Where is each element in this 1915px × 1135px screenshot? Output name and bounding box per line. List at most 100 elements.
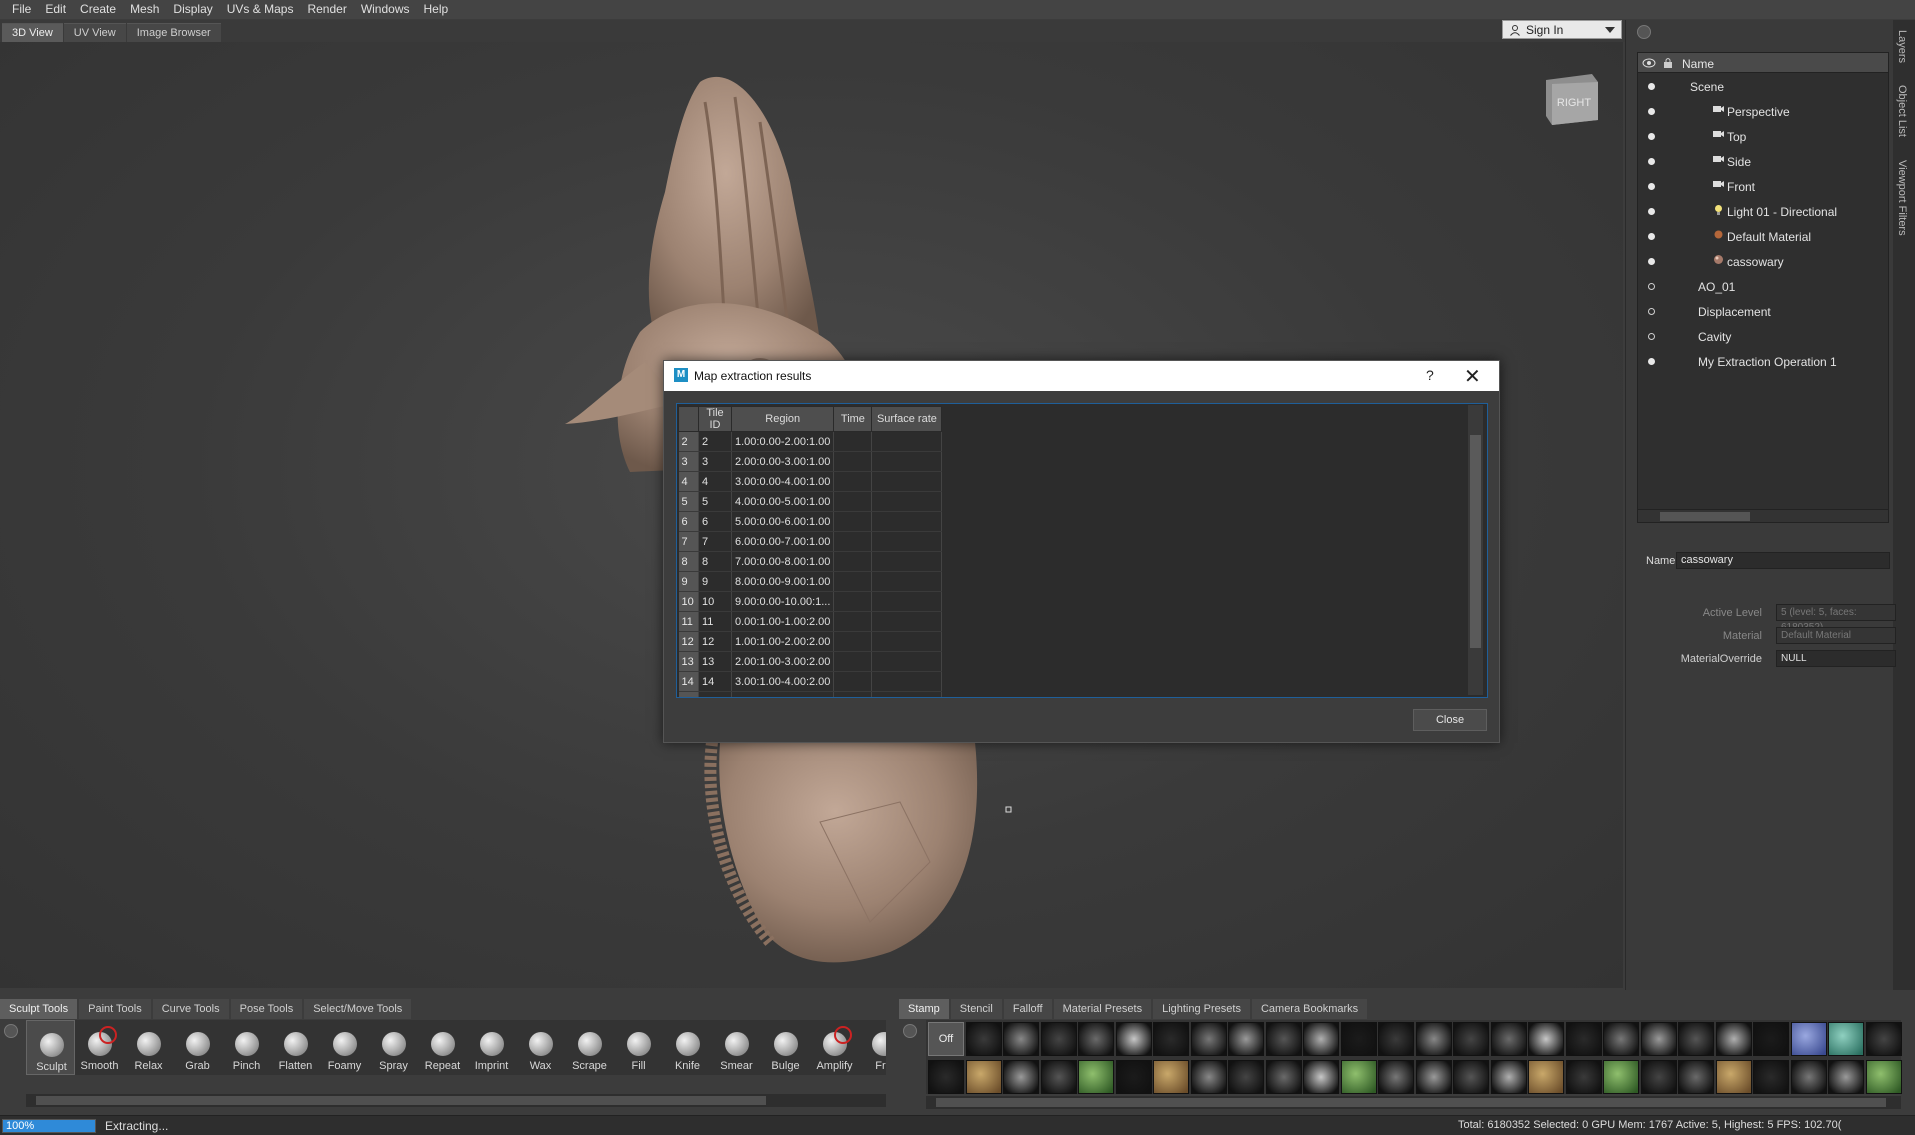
- stamp-swatch[interactable]: [1003, 1022, 1039, 1056]
- outliner-item[interactable]: Light 01 - Directional: [1638, 199, 1888, 224]
- outliner-name-column[interactable]: Name: [1682, 57, 1714, 71]
- tool-flatten[interactable]: Flatten: [271, 1020, 320, 1075]
- visibility-toggle-icon[interactable]: [1648, 208, 1655, 215]
- table-row[interactable]: 5 5 4.00:0.00-5.00:1.00: [678, 491, 943, 512]
- tab-pose-tools[interactable]: Pose Tools: [230, 999, 303, 1019]
- outliner-item[interactable]: Perspective: [1638, 99, 1888, 124]
- close-icon[interactable]: ✕: [1464, 364, 1481, 389]
- stamp-swatch[interactable]: [1790, 1022, 1827, 1056]
- stamp-swatch[interactable]: [1453, 1060, 1489, 1094]
- stamp-swatch[interactable]: [1490, 1022, 1527, 1056]
- menu-item-edit[interactable]: Edit: [38, 0, 73, 19]
- visibility-toggle-icon[interactable]: [1648, 258, 1655, 265]
- tab-image-browser[interactable]: Image Browser: [126, 23, 221, 42]
- column-header-time[interactable]: Time: [833, 406, 873, 432]
- stamp-swatch[interactable]: [1828, 1060, 1864, 1094]
- tab-object-list[interactable]: Object List: [1896, 85, 1908, 137]
- tool-foamy[interactable]: Foamy: [320, 1020, 369, 1075]
- active-level-select[interactable]: 5 (level: 5, faces: 6180352): [1776, 604, 1896, 633]
- stamp-swatch[interactable]: [1565, 1022, 1602, 1056]
- help-icon[interactable]: ?: [1426, 367, 1434, 383]
- stamp-swatch[interactable]: [1228, 1060, 1264, 1094]
- name-field[interactable]: cassowary: [1676, 552, 1890, 569]
- outliner-item[interactable]: Scene: [1638, 74, 1888, 99]
- stamp-swatch[interactable]: [1865, 1060, 1902, 1094]
- sign-in-dropdown[interactable]: Sign In: [1502, 20, 1622, 39]
- outliner-item[interactable]: Cavity: [1638, 324, 1888, 349]
- stamp-swatch[interactable]: [1565, 1060, 1602, 1094]
- menu-item-mesh[interactable]: Mesh: [123, 0, 166, 19]
- visibility-toggle-icon[interactable]: [1648, 158, 1655, 165]
- tab-curve-tools[interactable]: Curve Tools: [152, 999, 229, 1019]
- stamp-swatch[interactable]: [1265, 1060, 1302, 1094]
- stamp-swatch[interactable]: [1678, 1060, 1714, 1094]
- stamp-swatch[interactable]: [1678, 1022, 1714, 1056]
- tab-paint-tools[interactable]: Paint Tools: [79, 999, 151, 1019]
- stamp-swatch[interactable]: [1715, 1022, 1752, 1056]
- outliner-item[interactable]: Side: [1638, 149, 1888, 174]
- visibility-toggle-icon[interactable]: [1648, 283, 1655, 290]
- stamp-swatch[interactable]: [1115, 1022, 1152, 1056]
- stamp-swatch[interactable]: [1415, 1060, 1452, 1094]
- visibility-toggle-icon[interactable]: [1648, 358, 1655, 365]
- stamp-swatch[interactable]: [1453, 1022, 1489, 1056]
- outliner-item[interactable]: Default Material: [1638, 224, 1888, 249]
- tool-pinch[interactable]: Pinch: [222, 1020, 271, 1075]
- stamp-swatch[interactable]: [1265, 1022, 1302, 1056]
- tool-scrape[interactable]: Scrape: [565, 1020, 614, 1075]
- table-row[interactable]: 9 9 8.00:0.00-9.00:1.00: [678, 571, 943, 592]
- view-cube[interactable]: RIGHT: [1540, 70, 1600, 125]
- stamp-swatch[interactable]: [928, 1060, 964, 1094]
- material-select[interactable]: Default Material: [1776, 627, 1896, 644]
- table-row[interactable]: 12 12 1.00:1.00-2.00:2.00: [678, 631, 943, 652]
- menu-item-render[interactable]: Render: [300, 0, 353, 19]
- menu-item-help[interactable]: Help: [417, 0, 456, 19]
- tray-options-icon[interactable]: [4, 1024, 18, 1038]
- menu-item-uvs-maps[interactable]: UVs & Maps: [220, 0, 301, 19]
- stamp-swatch[interactable]: [1190, 1022, 1227, 1056]
- menu-item-create[interactable]: Create: [73, 0, 123, 19]
- outliner-item[interactable]: Displacement: [1638, 299, 1888, 324]
- tool-smooth[interactable]: Smooth: [75, 1020, 124, 1075]
- tab-viewport-filters[interactable]: Viewport Filters: [1896, 160, 1908, 236]
- menu-item-windows[interactable]: Windows: [354, 0, 417, 19]
- tab-camera-bookmarks[interactable]: Camera Bookmarks: [1251, 999, 1368, 1019]
- stamp-swatch[interactable]: [1303, 1060, 1339, 1094]
- tool-fill[interactable]: Fill: [614, 1020, 663, 1075]
- table-row[interactable]: 4 4 3.00:0.00-4.00:1.00: [678, 471, 943, 492]
- stamp-swatch[interactable]: [1003, 1060, 1039, 1094]
- outliner-item[interactable]: Front: [1638, 174, 1888, 199]
- tab-select-move-tools[interactable]: Select/Move Tools: [304, 999, 412, 1019]
- stamp-swatch[interactable]: [965, 1022, 1002, 1056]
- outliner-item[interactable]: cassowary: [1638, 249, 1888, 274]
- table-row[interactable]: 8 8 7.00:0.00-8.00:1.00: [678, 551, 943, 572]
- stamp-swatch[interactable]: [1378, 1060, 1414, 1094]
- stamp-swatch[interactable]: [1603, 1060, 1639, 1094]
- eye-icon[interactable]: [1642, 57, 1656, 69]
- tab-lighting-presets[interactable]: Lighting Presets: [1153, 999, 1250, 1019]
- close-button[interactable]: Close: [1413, 709, 1487, 731]
- menu-item-display[interactable]: Display: [166, 0, 219, 19]
- column-header-surface-rate[interactable]: Surface rate: [871, 406, 943, 432]
- menu-item-file[interactable]: File: [5, 0, 38, 19]
- stamp-swatch[interactable]: [1528, 1060, 1564, 1094]
- outliner-item[interactable]: AO_01: [1638, 274, 1888, 299]
- table-row[interactable]: 13 13 2.00:1.00-3.00:2.00: [678, 651, 943, 672]
- tab-material-presets[interactable]: Material Presets: [1053, 999, 1152, 1019]
- stamp-swatch[interactable]: [1490, 1060, 1527, 1094]
- tab-sculpt-tools[interactable]: Sculpt Tools: [0, 999, 78, 1019]
- expand-icon[interactable]: [1637, 25, 1651, 39]
- tab-uv-view[interactable]: UV View: [63, 23, 126, 42]
- stamp-swatch[interactable]: [1378, 1022, 1414, 1056]
- tool-imprint[interactable]: Imprint: [467, 1020, 516, 1075]
- outliner-item[interactable]: Top: [1638, 124, 1888, 149]
- stamp-swatch[interactable]: [1828, 1022, 1864, 1056]
- outliner-horizontal-scrollbar[interactable]: [1637, 509, 1889, 523]
- stamp-swatch[interactable]: [1340, 1060, 1377, 1094]
- scrollbar-thumb[interactable]: [1470, 435, 1481, 648]
- stamp-off-button[interactable]: Off: [928, 1022, 964, 1056]
- table-row[interactable]: 11 11 0.00:1.00-1.00:2.00: [678, 611, 943, 632]
- stamp-swatch[interactable]: [1790, 1060, 1827, 1094]
- table-vertical-scrollbar[interactable]: [1468, 405, 1483, 695]
- stamp-swatch[interactable]: [1415, 1022, 1452, 1056]
